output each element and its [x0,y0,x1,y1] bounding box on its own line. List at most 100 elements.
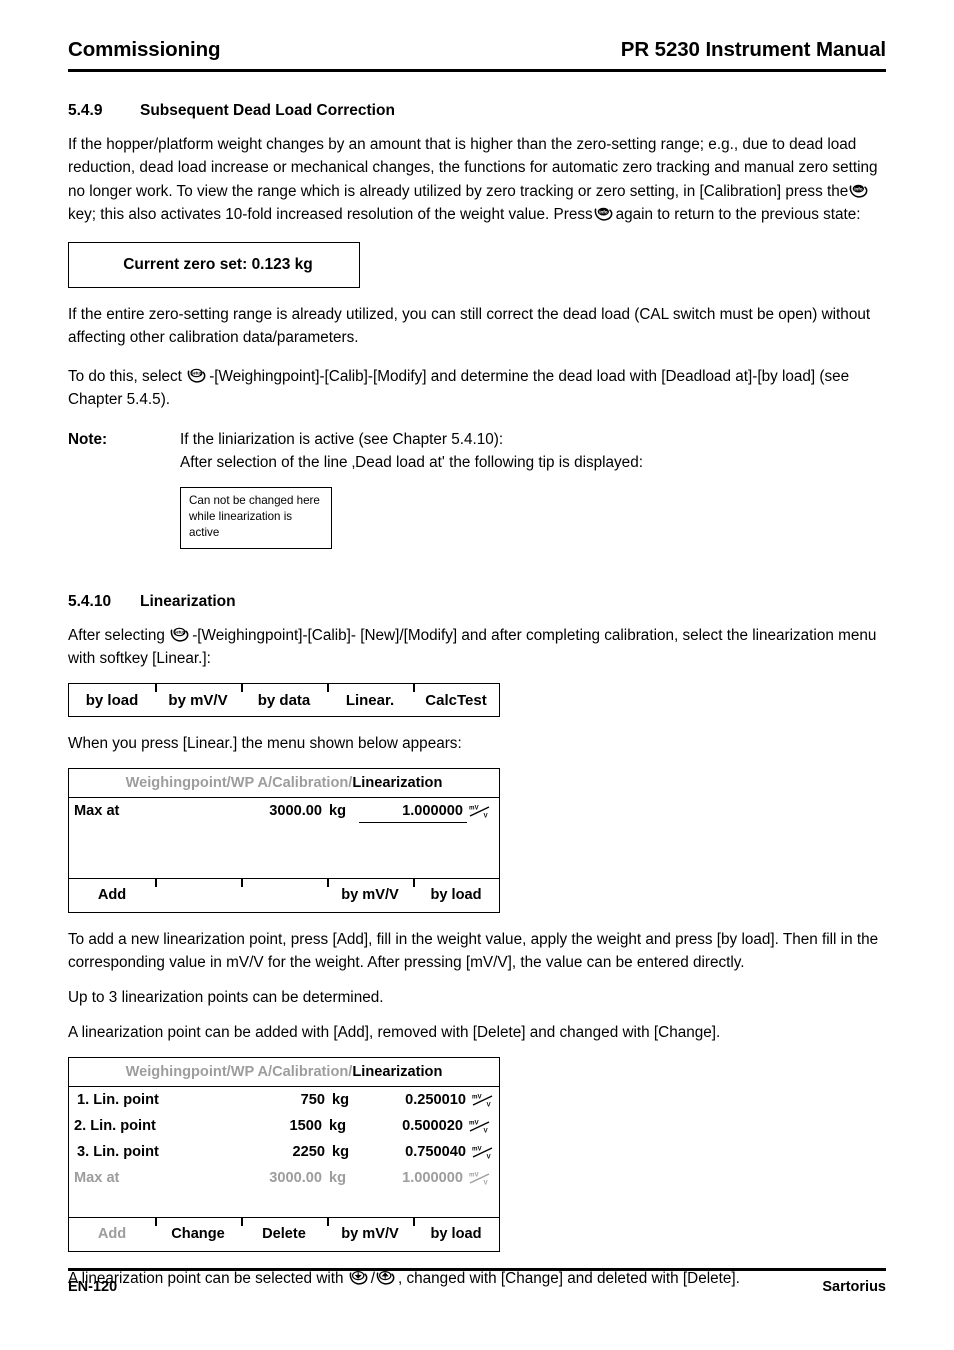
screen2-softkey-by-mvv[interactable]: by mV/V [327,1216,413,1251]
screen2-softkey-bar[interactable]: Add Change Delete by mV/V by load [69,1216,499,1251]
screen1-softkey-by-mvv[interactable]: by mV/V [327,877,413,912]
paragraph-up-to-3-points: Up to 3 linearization points can be dete… [68,989,384,1007]
table-row[interactable]: 1. Lin. point 750 kg 0.250010 mV V [69,1087,499,1113]
paragraph-add-delete-change: A linearization point can be added with … [68,1024,721,1042]
svg-text:mV: mV [469,1120,480,1127]
row-weight-unit: kg [329,1117,347,1134]
heading-5-4-9: 5.4.9 Subsequent Dead Load Correction [68,102,886,120]
screen1-softkey-blank-2[interactable] [241,877,327,912]
heading-5-4-10-title: Linearization [140,592,236,610]
row-mv-unit: mV V [463,1117,496,1134]
row-weight: 750 [300,1091,325,1108]
svg-text:V: V [483,1180,488,1187]
mv-per-v-unit-icon: mV V [468,1117,492,1134]
screen2-softkey-delete[interactable]: Delete [241,1216,327,1251]
paragraph-dead-load-intro-c: again to return to the previous state: [615,205,861,223]
row-mv-value: 1.000000 [402,1169,463,1186]
document-page: Commissioning PR 5230 Instrument Manual … [0,0,954,1350]
svg-text:V: V [483,813,488,820]
paragraph-add-new-point: To add a new linearization point, press … [68,930,879,971]
info-key-icon: Info [849,183,870,199]
footer-row: EN-120 Sartorius [68,1271,886,1295]
softkey-linear[interactable]: Linear. [327,683,413,716]
row-label: 3. Lin. point [77,1143,159,1160]
paragraph-to-do-this-a: To do this, select [68,367,182,385]
screen2-breadcrumb: Weighingpoint/WP A/Calibration/Lineariza… [69,1058,499,1087]
softkey-by-data[interactable]: by data [241,683,327,716]
row-mv-value: 0.750040 [405,1143,466,1160]
current-zero-display-box: Current zero set: 0.123 kg [68,242,360,288]
device-screen-linearization-points[interactable]: Weighingpoint/WP A/Calibration/Lineariza… [68,1056,500,1252]
paragraph-to-do-this-b: -[Weighingpoint]-[Calib]-[Modify] and de… [68,367,850,408]
row-weight-unit: kg [329,802,347,819]
header-right-title: PR 5230 Instrument Manual [620,38,886,61]
svg-text:Setup: Setup [191,370,203,375]
heading-5-4-9-title: Subsequent Dead Load Correction [140,102,395,119]
paragraph-after-selecting: After selecting Setup -[Weighingpoint]-[… [68,624,886,671]
screen2-empty-area [69,1191,499,1217]
header-rule [68,69,886,72]
table-row[interactable]: 3. Lin. point 2250 kg 0.750040 mV V [69,1139,499,1165]
footer-page-number: EN-120 [68,1279,118,1295]
row-weight-unit: kg [329,1169,347,1186]
tip-line-1: Can not be changed here [189,493,320,507]
svg-text:mV: mV [469,805,480,812]
running-header: Commissioning PR 5230 Instrument Manual [68,38,886,62]
svg-text:mV: mV [469,1172,480,1179]
table-row[interactable]: Max at 3000.00 kg 1.000000 mV V [69,1165,499,1191]
row-weight: 3000.00 [269,1169,322,1186]
paragraph-after-selecting-a: After selecting [68,626,165,644]
svg-text:V: V [486,1154,491,1161]
mv-per-v-unit-icon: mV V [468,1169,492,1186]
table-row[interactable]: 2. Lin. point 1500 kg 0.500020 mV V [69,1113,499,1139]
current-zero-value: Current zero set: 0.123 kg [123,256,313,273]
footer-brand: Sartorius [822,1279,886,1295]
screen1-softkey-add[interactable]: Add [69,879,155,912]
screen1-breadcrumb-path: Weighingpoint/WP A/Calibration/ [125,774,353,791]
row-label: 2. Lin. point [74,1117,156,1134]
screen2-softkey-by-load[interactable]: by load [413,1216,499,1251]
note-line-1: If the liniarization is active (see Chap… [180,431,504,448]
screen1-rows: Max at 3000.00 kg 1.000000 mV V [69,798,499,878]
tip-line-2: while linearization is active [189,509,293,540]
screen1-softkey-blank-1[interactable] [155,877,241,912]
info-key-icon-2: Info [594,206,615,222]
row-weight-unit: kg [332,1091,350,1108]
screen2-softkey-change[interactable]: Change [155,1216,241,1251]
softkey-calctest[interactable]: CalcTest [413,683,499,716]
screen2-softkey-add[interactable]: Add [69,1218,155,1251]
note-line-2: After selection of the line ‚Dead load a… [180,454,643,472]
row-mv-unit: mV V [463,1169,496,1186]
row-weight: 2250 [292,1143,325,1160]
screen1-softkey-bar[interactable]: Add by mV/V by load [69,877,499,912]
svg-text:mV: mV [472,1146,483,1153]
row-mv-value: 1.000000 [402,802,463,819]
paragraph-when-you-press-linear: When you press [Linear.] the menu shown … [68,735,462,753]
paragraph-dead-load-intro: If the hopper/platform weight changes by… [68,133,886,226]
screen2-breadcrumb-path: Weighingpoint/WP A/Calibration/ [125,1063,353,1080]
table-row[interactable]: Max at 3000.00 kg 1.000000 mV V [69,798,499,824]
softkey-by-mvv[interactable]: by mV/V [155,683,241,716]
screen2-breadcrumb-current: Linearization [352,1063,443,1080]
row-label: 1. Lin. point [77,1091,159,1108]
tip-message-box: Can not be changed here while linearizat… [180,486,332,549]
softkey-bar-calibration[interactable]: by load by mV/V by data Linear. CalcTest [68,683,500,718]
heading-5-4-9-number: 5.4.9 [68,102,103,119]
row-weight: 1500 [289,1117,322,1134]
row-label: Max at [74,1169,120,1186]
row-mv-unit: mV V [466,1143,499,1160]
svg-text:Setup: Setup [174,629,186,634]
setup-key-icon: Setup [187,368,208,384]
softkey-by-load[interactable]: by load [69,684,155,716]
page-content: Commissioning PR 5230 Instrument Manual … [68,38,886,1290]
svg-text:mV: mV [472,1094,483,1101]
running-footer: EN-120 Sartorius [68,1268,886,1295]
note-body: If the liniarization is active (see Chap… [180,428,886,475]
screen1-softkey-by-load[interactable]: by load [413,877,499,912]
svg-text:V: V [483,1128,488,1135]
note-block: Note: If the liniarization is active (se… [68,428,886,475]
setup-key-icon-2: Setup [170,627,191,643]
mv-per-v-unit-icon: mV V [471,1091,495,1108]
device-screen-linearization-empty[interactable]: Weighingpoint/WP A/Calibration/Lineariza… [68,767,500,913]
heading-5-4-10-number: 5.4.10 [68,592,112,610]
